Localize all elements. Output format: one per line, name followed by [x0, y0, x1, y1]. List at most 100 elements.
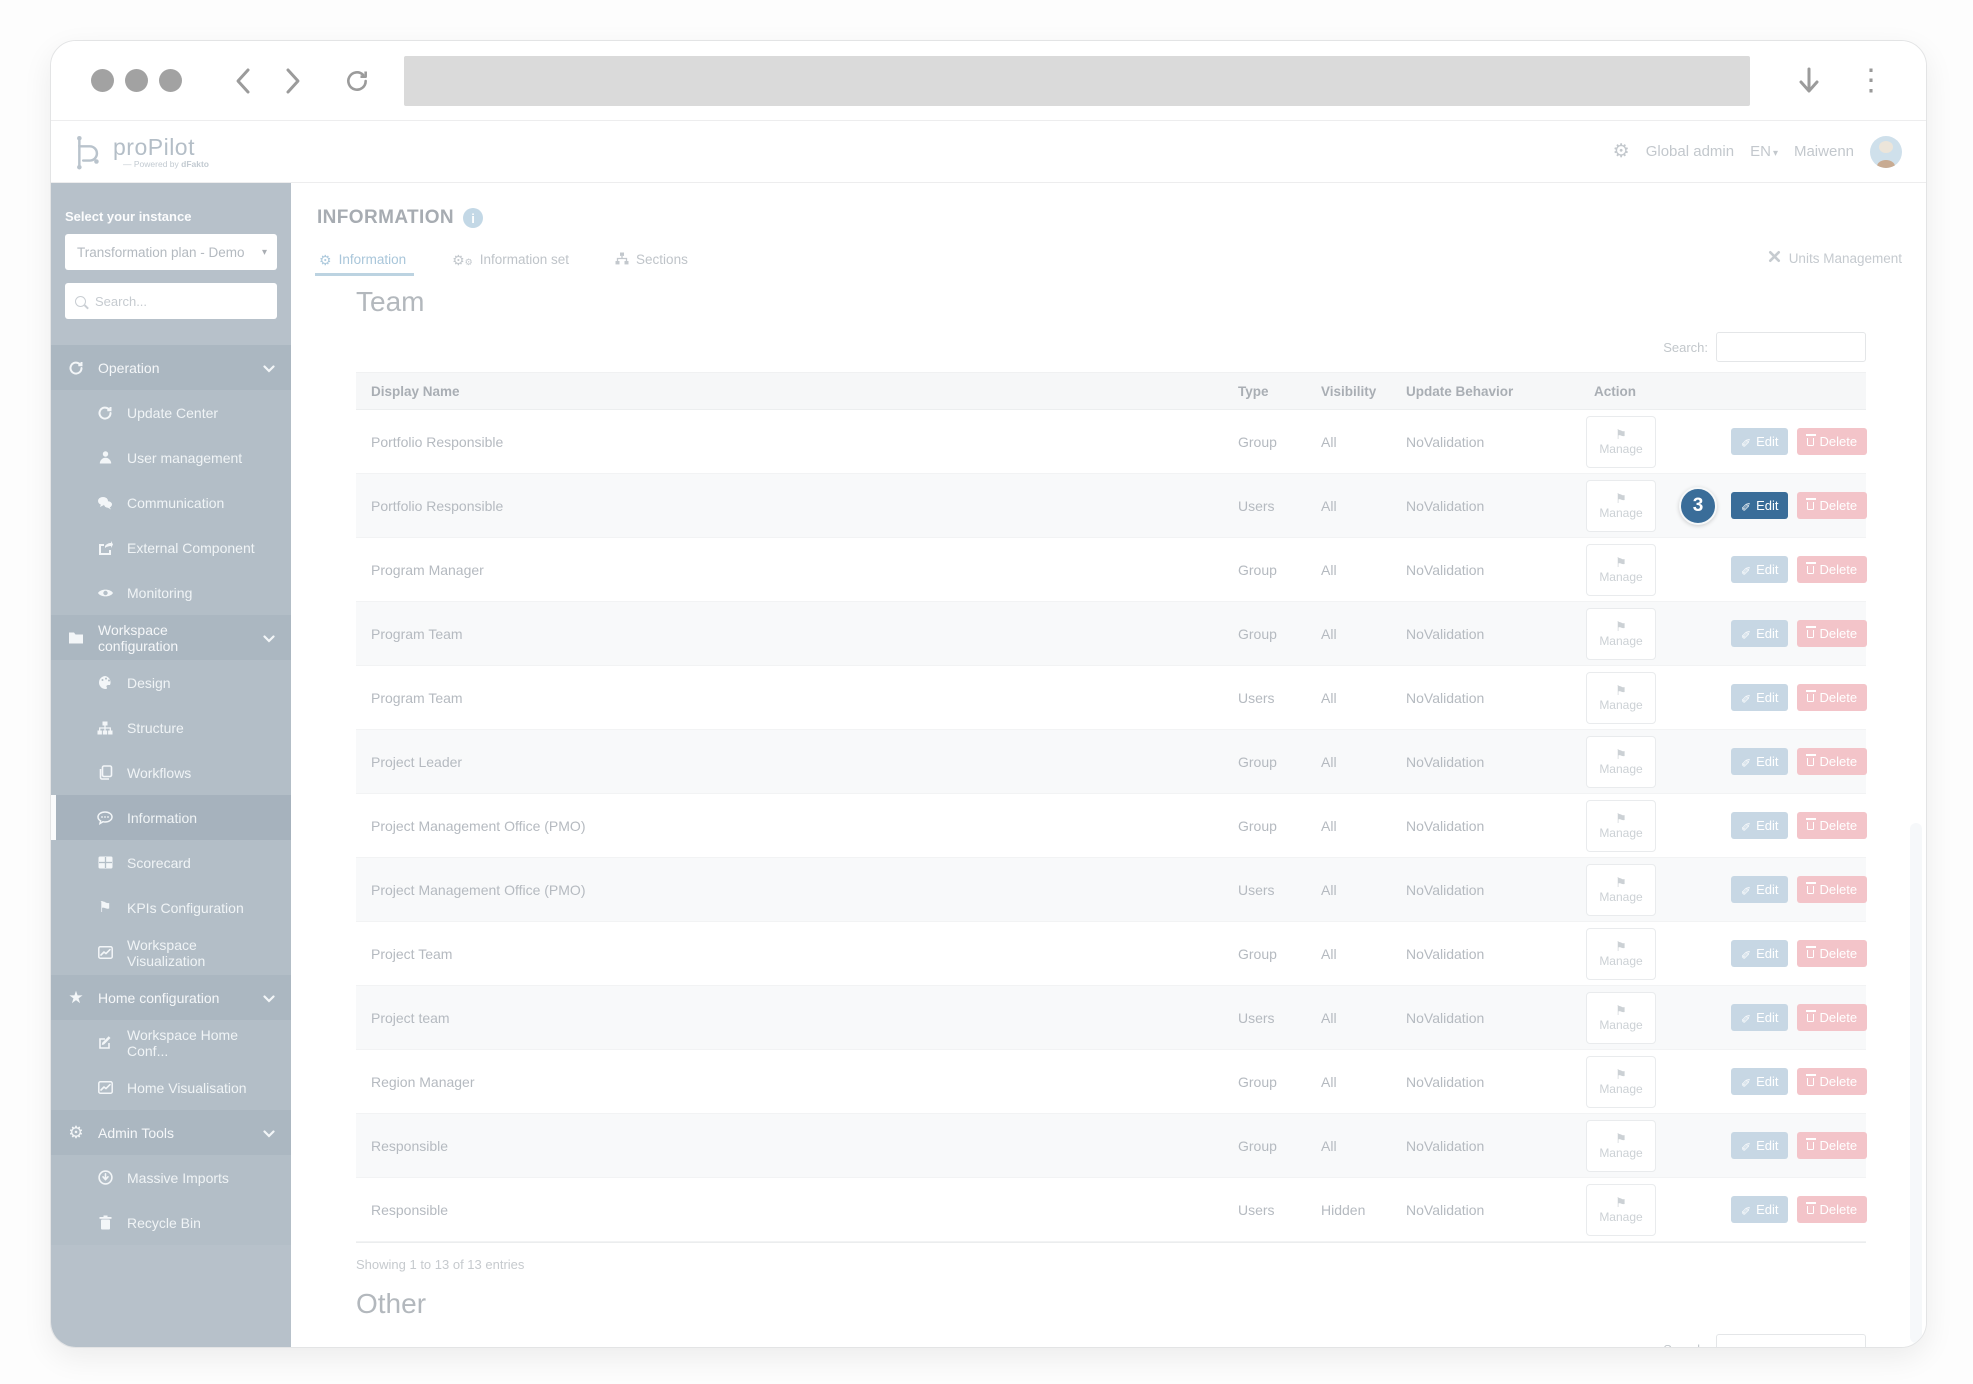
- delete-button[interactable]: Delete: [1797, 556, 1868, 583]
- sidebar-item-workspace-home-conf[interactable]: Workspace Home Conf...: [51, 1020, 291, 1065]
- back-icon[interactable]: [230, 68, 256, 94]
- sidebar-item-scorecard[interactable]: Scorecard: [51, 840, 291, 885]
- sidebar-item-monitoring[interactable]: Monitoring: [51, 570, 291, 615]
- delete-button[interactable]: Delete: [1797, 428, 1868, 455]
- manage-button[interactable]: ⚑ Manage: [1586, 863, 1656, 916]
- edit-button[interactable]: ✎ Edit: [1731, 428, 1789, 455]
- url-bar[interactable]: [404, 55, 1750, 106]
- step-badge: 3: [1679, 486, 1717, 525]
- delete-label: Delete: [1819, 1010, 1858, 1025]
- app-subtitle: Powered by dFakto: [113, 159, 209, 169]
- manage-button[interactable]: ⚑ Manage: [1586, 1055, 1656, 1108]
- delete-button[interactable]: Delete: [1797, 1132, 1868, 1159]
- sidebar-item-design[interactable]: Design: [51, 660, 291, 705]
- tab-information[interactable]: ⚙ Information: [314, 252, 415, 276]
- window-control-dot[interactable]: [159, 69, 182, 92]
- delete-label: Delete: [1819, 626, 1858, 641]
- sidebar-item-label: KPIs Configuration: [127, 899, 244, 916]
- scrollbar[interactable]: [1910, 823, 1922, 1343]
- cell-type: Users: [1238, 1009, 1275, 1026]
- manage-button[interactable]: ⚑ Manage: [1586, 927, 1656, 980]
- manage-button[interactable]: ⚑ Manage: [1586, 479, 1656, 532]
- edit-button[interactable]: ✎ Edit: [1731, 876, 1789, 903]
- table-icon: [96, 856, 114, 869]
- edit-button[interactable]: ✎ Edit: [1731, 1004, 1789, 1031]
- edit-button[interactable]: ✎ Edit: [1731, 684, 1789, 711]
- manage-button[interactable]: ⚑ Manage: [1586, 543, 1656, 596]
- window-control-dot[interactable]: [125, 69, 148, 92]
- edit-button[interactable]: ✎ Edit: [1731, 556, 1789, 583]
- edit-button-highlighted[interactable]: ✎ Edit: [1731, 492, 1789, 519]
- edit-button[interactable]: ✎ Edit: [1731, 1132, 1789, 1159]
- delete-button[interactable]: Delete: [1797, 876, 1868, 903]
- delete-button[interactable]: Delete: [1797, 940, 1868, 967]
- delete-button[interactable]: Delete: [1797, 1196, 1868, 1223]
- manage-button[interactable]: ⚑ Manage: [1586, 415, 1656, 468]
- sidebar-group-workspace-configuration[interactable]: Workspace configuration: [51, 615, 291, 660]
- edit-button[interactable]: ✎ Edit: [1731, 620, 1789, 647]
- cell-type: Group: [1238, 561, 1277, 578]
- edit-button[interactable]: ✎ Edit: [1731, 940, 1789, 967]
- cell-visibility: All: [1321, 817, 1337, 834]
- manage-button[interactable]: ⚑ Manage: [1586, 671, 1656, 724]
- team-search-input[interactable]: [1716, 332, 1866, 362]
- delete-button[interactable]: Delete: [1797, 620, 1868, 647]
- sidebar-item-massive-imports[interactable]: Massive Imports: [51, 1155, 291, 1200]
- sidebar-item-update-center[interactable]: Update Center: [51, 390, 291, 435]
- manage-button[interactable]: ⚑ Manage: [1586, 735, 1656, 788]
- cell-display-name: Project Management Office (PMO): [371, 881, 586, 898]
- units-management-button[interactable]: Units Management: [1767, 249, 1902, 276]
- avatar[interactable]: [1870, 135, 1902, 168]
- tab-sections[interactable]: Sections: [613, 252, 690, 276]
- manage-button[interactable]: ⚑ Manage: [1586, 607, 1656, 660]
- sidebar-item-home-visualisation[interactable]: Home Visualisation: [51, 1065, 291, 1110]
- global-admin-link[interactable]: Global admin: [1646, 143, 1734, 160]
- language-selector[interactable]: EN ▾: [1750, 143, 1778, 160]
- sidebar-item-workspace-visualization[interactable]: Workspace Visualization: [51, 930, 291, 975]
- trash-icon: [1805, 818, 1817, 830]
- sidebar-group-admin-tools[interactable]: ⚙ Admin Tools: [51, 1110, 291, 1155]
- user-icon: [96, 450, 114, 465]
- delete-button[interactable]: Delete: [1797, 492, 1868, 519]
- sidebar-group-label: Admin Tools: [98, 1124, 175, 1141]
- manage-button[interactable]: ⚑ Manage: [1586, 1119, 1656, 1172]
- sitemap-icon: [96, 721, 114, 735]
- sidebar-item-kpis-configuration[interactable]: ⚑ KPIs Configuration: [51, 885, 291, 930]
- info-icon[interactable]: i: [463, 208, 484, 228]
- sidebar-item-communication[interactable]: Communication: [51, 480, 291, 525]
- sidebar-item-information[interactable]: Information: [51, 795, 291, 840]
- edit-button[interactable]: ✎ Edit: [1731, 748, 1789, 775]
- edit-button[interactable]: ✎ Edit: [1731, 812, 1789, 839]
- manage-button[interactable]: ⚑ Manage: [1586, 991, 1656, 1044]
- delete-button[interactable]: Delete: [1797, 812, 1868, 839]
- delete-button[interactable]: Delete: [1797, 1068, 1868, 1095]
- delete-button[interactable]: Delete: [1797, 1004, 1868, 1031]
- trash-icon: [1805, 498, 1817, 510]
- user-name[interactable]: Maiwenn: [1794, 143, 1854, 160]
- sidebar-group-home-configuration[interactable]: ★ Home configuration: [51, 975, 291, 1020]
- cell-update-behavior: NoValidation: [1406, 1137, 1485, 1154]
- team-table-header: Display Name Type Visibility Update Beha…: [356, 372, 1866, 410]
- delete-button[interactable]: Delete: [1797, 748, 1868, 775]
- delete-button[interactable]: Delete: [1797, 684, 1868, 711]
- tab-information-set[interactable]: ⚙⚙ Information set: [450, 252, 571, 276]
- browser-menu-icon[interactable]: ⋮: [1856, 65, 1886, 96]
- sidebar-search-input[interactable]: [95, 293, 245, 309]
- download-icon[interactable]: [1796, 67, 1822, 94]
- instance-select[interactable]: Transformation plan - Demo ▾: [65, 234, 277, 270]
- sidebar-item-recycle-bin[interactable]: Recycle Bin: [51, 1200, 291, 1245]
- other-search-input[interactable]: [1716, 1334, 1866, 1347]
- sidebar-group-operation[interactable]: Operation: [51, 345, 291, 390]
- refresh-icon[interactable]: [344, 68, 370, 94]
- manage-button[interactable]: ⚑ Manage: [1586, 799, 1656, 852]
- sidebar-item-user-management[interactable]: User management: [51, 435, 291, 480]
- manage-button[interactable]: ⚑ Manage: [1586, 1183, 1656, 1236]
- edit-button[interactable]: ✎ Edit: [1731, 1068, 1789, 1095]
- sidebar-item-structure[interactable]: Structure: [51, 705, 291, 750]
- sidebar-item-label: Communication: [127, 494, 225, 511]
- window-control-dot[interactable]: [91, 69, 114, 92]
- edit-button[interactable]: ✎ Edit: [1731, 1196, 1789, 1223]
- forward-icon[interactable]: [280, 68, 306, 94]
- sidebar-item-workflows[interactable]: Workflows: [51, 750, 291, 795]
- sidebar-item-external-component[interactable]: External Component: [51, 525, 291, 570]
